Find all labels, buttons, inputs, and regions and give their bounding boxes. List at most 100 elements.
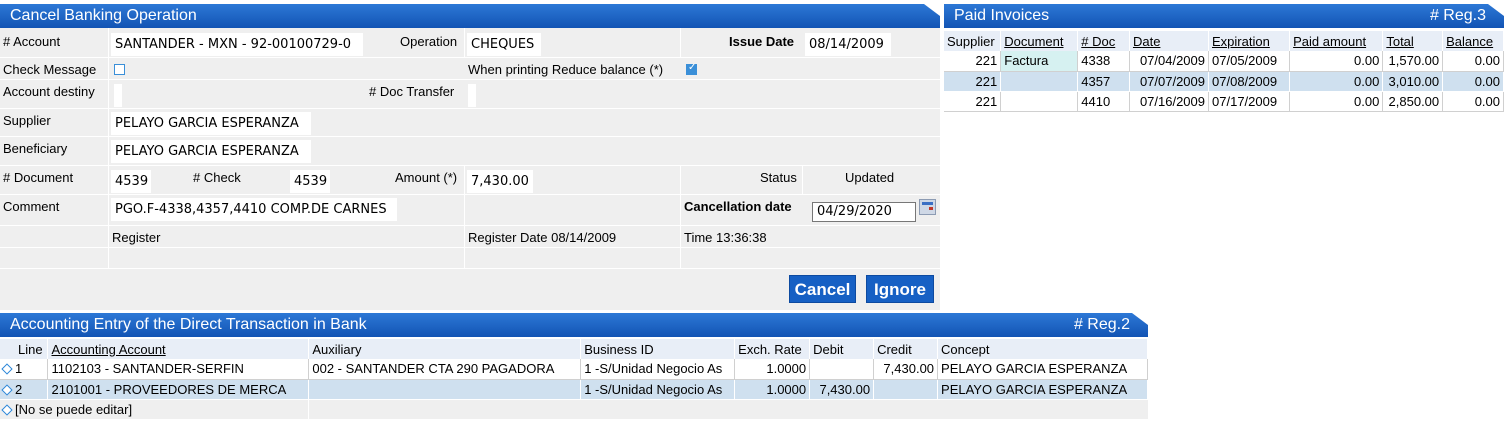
- col-paid-amount[interactable]: Paid amount: [1289, 31, 1384, 51]
- register-date-text: Register Date 08/14/2009: [468, 230, 617, 245]
- cell-paid-amount: 0.00: [1289, 51, 1384, 72]
- cell-line: 1: [0, 359, 49, 380]
- row-marker-icon[interactable]: [1, 363, 13, 375]
- cell-document: [1000, 71, 1079, 92]
- check-message-label: Check Message: [3, 62, 97, 77]
- cancel-operation-titlebar: Cancel Banking Operation: [0, 4, 940, 28]
- register-label: Register: [112, 230, 161, 245]
- account-destiny-label: Account destiny: [3, 84, 95, 99]
- cell-auxiliary: [308, 379, 582, 400]
- table-row[interactable]: 221 Factura 4338 07/04/2009 07/05/2009 0…: [944, 51, 1504, 72]
- cell-doc-number: 4357: [1077, 71, 1130, 92]
- col-line: Line: [0, 339, 49, 359]
- cell-total: 1,570.00: [1382, 51, 1444, 72]
- paid-invoices-title: Paid Invoices: [954, 7, 1050, 24]
- col-business-id: Business ID: [580, 339, 736, 359]
- cell-balance: 0.00: [1442, 91, 1504, 112]
- document-field[interactable]: 4539: [111, 170, 151, 193]
- cell-date: 07/07/2009: [1129, 71, 1210, 92]
- cell-supplier: 221: [944, 51, 1002, 72]
- cancellation-date-input[interactable]: 04/29/2020: [812, 202, 916, 222]
- reduce-balance-checkbox[interactable]: [686, 62, 697, 75]
- table-footer-row: [No se puede editar]: [0, 399, 1148, 419]
- time-text: Time 13:36:38: [684, 230, 767, 245]
- check-field[interactable]: 4539: [290, 170, 330, 193]
- cell-concept: PELAYO GARCIA ESPERANZA: [937, 359, 1148, 380]
- col-accounting-account[interactable]: Accounting Account: [47, 339, 310, 359]
- col-date[interactable]: Date: [1129, 31, 1210, 51]
- cell-document: [1000, 91, 1079, 112]
- supplier-label: Supplier: [3, 113, 51, 128]
- col-expiration[interactable]: Expiration: [1208, 31, 1291, 51]
- check-message-checkbox[interactable]: [114, 64, 125, 75]
- supplier-field[interactable]: PELAYO GARCIA ESPERANZA: [111, 112, 311, 135]
- account-destiny-field[interactable]: [114, 84, 122, 107]
- col-credit: Credit: [873, 339, 939, 359]
- table-row[interactable]: 221 4357 07/07/2009 07/08/2009 0.00 3,01…: [944, 71, 1504, 92]
- cell-auxiliary: 002 - SANTANDER CTA 290 PAGADORA: [308, 359, 582, 380]
- check-label: # Check: [193, 170, 241, 185]
- col-debit: Debit: [809, 339, 875, 359]
- cell-business-id: 1 -S/Unidad Negocio As: [580, 379, 736, 400]
- col-exch-rate: Exch. Rate: [734, 339, 811, 359]
- footer-note: [No se puede editar]: [15, 401, 133, 417]
- doc-transfer-label: # Doc Transfer: [369, 84, 455, 99]
- accounting-entry-title: Accounting Entry of the Direct Transacti…: [10, 316, 367, 333]
- cell-balance: 0.00: [1442, 51, 1504, 72]
- cell-expiration: 07/05/2009: [1208, 51, 1291, 72]
- col-total[interactable]: Total: [1382, 31, 1444, 51]
- cancel-operation-title: Cancel Banking Operation: [10, 7, 197, 24]
- issue-date-field[interactable]: 08/14/2009: [805, 33, 891, 56]
- cancel-operation-form: # Account SANTANDER - MXN - 92-00100729-…: [0, 28, 940, 310]
- cell-concept: PELAYO GARCIA ESPERANZA: [937, 379, 1148, 400]
- cell-doc-number: 4410: [1077, 91, 1130, 112]
- comment-field[interactable]: PGO.F-4338,4357,4410 COMP.DE CARNES: [111, 198, 397, 221]
- cell-accounting-account: 2101001 - PROVEEDORES DE MERCA: [47, 379, 310, 400]
- cell-credit: 7,430.00: [873, 359, 939, 380]
- amount-field[interactable]: 7,430.00: [467, 170, 533, 193]
- accounting-reg-count: # Reg.2: [1073, 316, 1130, 333]
- accounting-entry-titlebar: Accounting Entry of the Direct Transacti…: [0, 313, 1148, 337]
- paid-invoices-table: Supplier Document # Doc Date Expiration …: [944, 31, 1504, 112]
- cell-line: 2: [0, 379, 49, 400]
- comment-label: Comment: [3, 199, 60, 214]
- cancel-button[interactable]: Cancel: [789, 275, 856, 303]
- cell-expiration: 07/08/2009: [1208, 71, 1291, 92]
- cell-document: Factura: [1000, 51, 1079, 72]
- cell-paid-amount: 0.00: [1289, 91, 1384, 112]
- add-row-icon[interactable]: [1, 404, 13, 416]
- cell-balance: 0.00: [1442, 71, 1504, 92]
- cell-date: 07/04/2009: [1129, 51, 1210, 72]
- col-doc-number[interactable]: # Doc: [1077, 31, 1130, 51]
- cell-supplier: 221: [944, 71, 1002, 92]
- col-auxiliary: Auxiliary: [308, 339, 582, 359]
- ignore-button[interactable]: Ignore: [866, 275, 934, 303]
- cell-date: 07/16/2009: [1129, 91, 1210, 112]
- col-balance[interactable]: Balance: [1442, 31, 1504, 51]
- calendar-icon[interactable]: [919, 199, 936, 215]
- cell-accounting-account: 1102103 - SANTANDER-SERFIN: [47, 359, 310, 380]
- issue-date-label: Issue Date: [729, 34, 795, 49]
- table-row[interactable]: 1 1102103 - SANTANDER-SERFIN 002 - SANTA…: [0, 359, 1148, 380]
- table-row[interactable]: 2 2101001 - PROVEEDORES DE MERCA 1 -S/Un…: [0, 379, 1148, 400]
- cell-supplier: 221: [944, 91, 1002, 112]
- beneficiary-field[interactable]: PELAYO GARCIA ESPERANZA: [111, 140, 311, 163]
- account-field[interactable]: SANTANDER - MXN - 92-00100729-0: [111, 33, 363, 56]
- table-row[interactable]: 221 4410 07/16/2009 07/17/2009 0.00 2,85…: [944, 91, 1504, 112]
- doc-transfer-field[interactable]: [468, 84, 476, 107]
- paid-invoices-reg-count: # Reg.3: [1429, 7, 1486, 24]
- cell-exch-rate: 1.0000: [734, 379, 811, 400]
- cell-expiration: 07/17/2009: [1208, 91, 1291, 112]
- row-marker-icon[interactable]: [1, 383, 13, 396]
- col-document[interactable]: Document: [1000, 31, 1079, 51]
- operation-field[interactable]: CHEQUES: [467, 33, 541, 56]
- document-label: # Document: [3, 170, 74, 185]
- accounting-entry-table: Line Accounting Account Auxiliary Busine…: [0, 339, 1148, 419]
- cell-business-id: 1 -S/Unidad Negocio As: [580, 359, 736, 380]
- status-label: Status: [760, 170, 797, 185]
- col-concept: Concept: [937, 339, 1148, 359]
- status-value: Updated: [845, 170, 895, 185]
- cell-credit: [873, 379, 939, 400]
- cell-doc-number: 4338: [1077, 51, 1130, 72]
- cell-total: 3,010.00: [1382, 71, 1444, 92]
